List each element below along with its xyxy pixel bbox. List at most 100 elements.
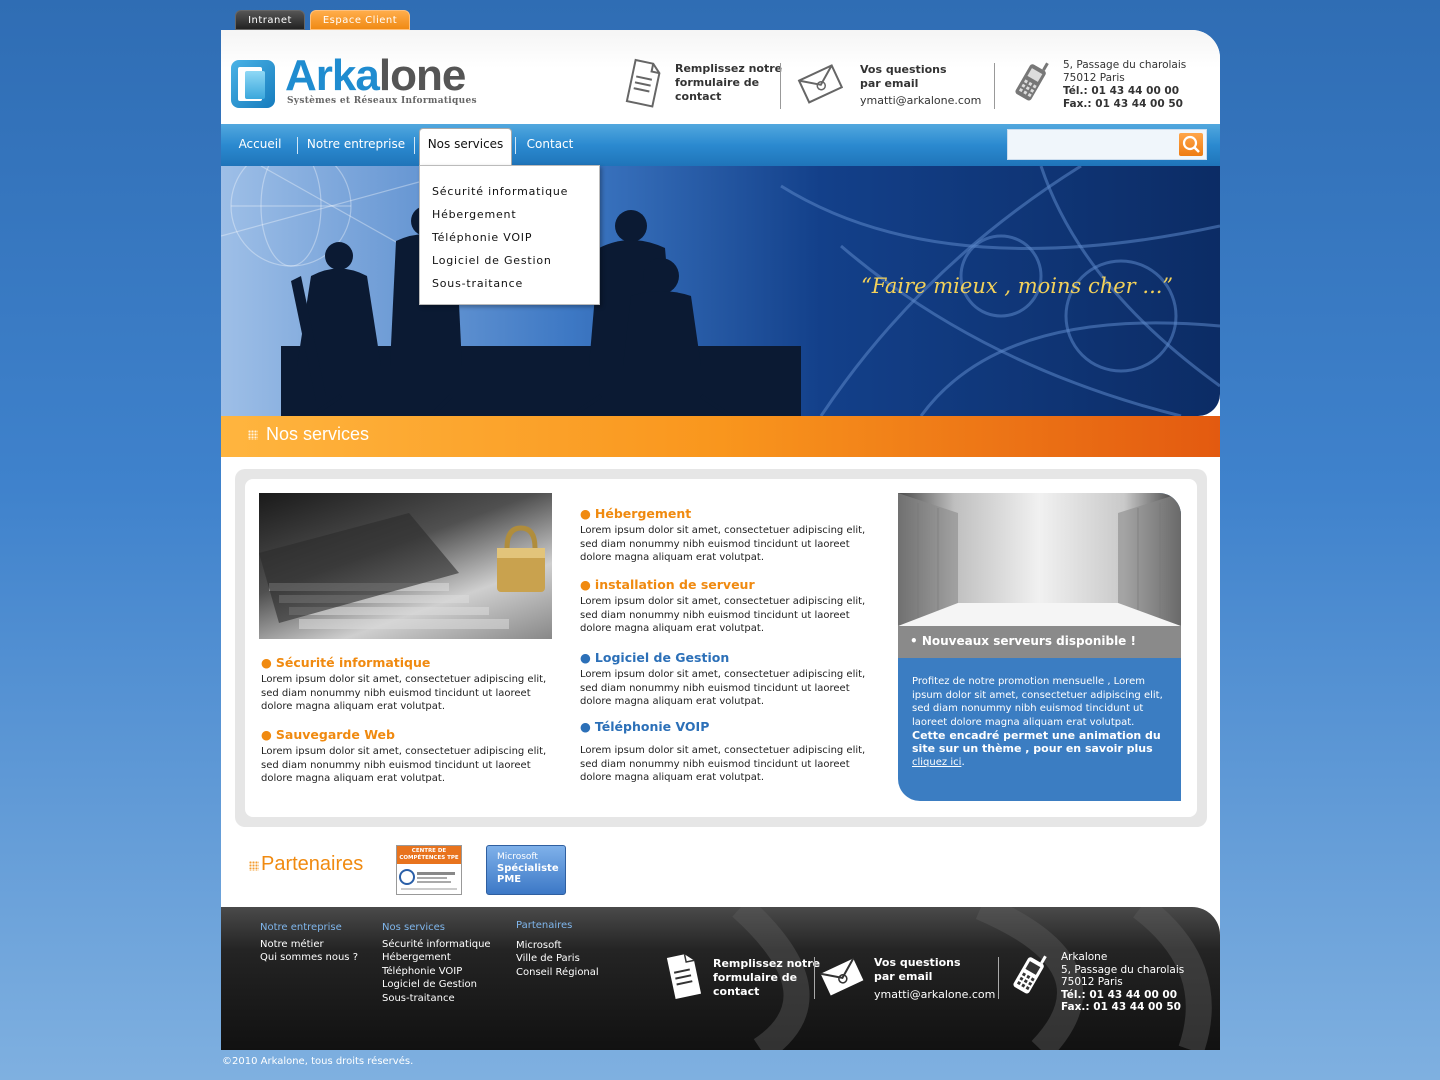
service-title-text: Hébergement bbox=[594, 506, 692, 521]
service-title-text: Sécurité informatique bbox=[275, 655, 431, 670]
footer-link[interactable]: Notre métier bbox=[260, 938, 358, 952]
search-button[interactable] bbox=[1179, 133, 1203, 156]
logo-part2: lone bbox=[378, 51, 466, 100]
footer-link[interactable]: Ville de Paris bbox=[516, 952, 599, 966]
promo-title[interactable]: • Nouveaux serveurs disponible ! bbox=[898, 626, 1181, 658]
service-title-text: installation de serveur bbox=[594, 577, 755, 592]
dropdown-item-logiciel[interactable]: Logiciel de Gestion bbox=[420, 249, 599, 272]
footer-heading[interactable]: Nos services bbox=[382, 921, 491, 935]
tpe-seal-icon bbox=[399, 869, 457, 890]
footer-col-services: Nos services Sécurité informatique Héber… bbox=[382, 921, 491, 1005]
service-description: Lorem ipsum dolor sit amet, consectetuer… bbox=[580, 596, 866, 634]
footer-link[interactable]: Téléphonie VOIP bbox=[382, 965, 491, 979]
tpe-badge-header: CENTRE DE COMPÉTENCES TPE bbox=[397, 846, 461, 864]
nav-item-contact[interactable]: Contact bbox=[521, 124, 579, 166]
footer-separator bbox=[814, 957, 815, 999]
nav-separator bbox=[515, 137, 516, 154]
header: Arkalone Systèmes et Réseaux Informatiqu… bbox=[221, 30, 1220, 125]
footer-link[interactable]: Microsoft bbox=[516, 939, 599, 953]
service-title[interactable]: ● Hébergement bbox=[580, 506, 875, 521]
tpe-line2: COMPÉTENCES TPE bbox=[399, 855, 459, 861]
header-separator bbox=[994, 63, 995, 109]
nav-item-nos-services[interactable]: Nos services bbox=[419, 128, 512, 166]
intranet-tab[interactable]: Intranet bbox=[235, 10, 305, 30]
dropdown-item-telephonie[interactable]: Téléphonie VOIP bbox=[420, 226, 599, 249]
service-hebergement: ● Hébergement Lorem ipsum dolor sit amet,… bbox=[580, 506, 875, 565]
address-line2: 75012 Paris bbox=[1061, 976, 1123, 988]
promo-highlight: Cette encadré permet une animation du si… bbox=[912, 729, 1170, 769]
footer-link[interactable]: Conseil Régional bbox=[516, 966, 599, 980]
ms-line3: PME bbox=[497, 874, 522, 885]
telephone: Tél.: 01 43 44 00 00 bbox=[1063, 85, 1180, 97]
footer-link[interactable]: Sécurité informatique bbox=[382, 938, 491, 952]
form-line2: formulaire de bbox=[713, 971, 798, 984]
logo-icon[interactable] bbox=[231, 60, 275, 108]
email-address[interactable]: ymatti@arkalone.com bbox=[874, 988, 995, 1002]
nav-item-accueil[interactable]: Accueil bbox=[229, 124, 291, 166]
form-line3: contact bbox=[675, 90, 722, 103]
footer-link[interactable]: Logiciel de Gestion bbox=[382, 978, 491, 992]
footer-link[interactable]: Qui sommes nous ? bbox=[260, 951, 358, 965]
dotted-divider bbox=[259, 801, 439, 803]
promo-highlight-text: Cette encadré permet une animation du si… bbox=[912, 729, 1161, 755]
server-racks-illustration bbox=[898, 493, 1181, 626]
footer-email-contact[interactable]: Vos questions par email ymatti@arkalone.… bbox=[874, 956, 995, 1002]
fax: Fax.: 01 43 44 00 50 bbox=[1061, 1001, 1181, 1013]
address-line1: 5, Passage du charolais bbox=[1063, 59, 1187, 71]
dropdown-item-sous-traitance[interactable]: Sous-traitance bbox=[420, 272, 599, 295]
dropdown-item-securite[interactable]: Sécurité informatique bbox=[420, 180, 599, 203]
footer-heading[interactable]: Notre entreprise bbox=[260, 921, 358, 935]
header-address: 5, Passage du charolais 75012 Paris Tél.… bbox=[1063, 59, 1186, 111]
service-title[interactable]: ● Sécurité informatique bbox=[261, 655, 556, 670]
footer-heading[interactable]: Partenaires bbox=[516, 919, 599, 933]
ms-line1: Microsoft bbox=[497, 852, 538, 862]
service-telephonie: ● Téléphonie VOIP Lorem ipsum dolor sit a… bbox=[580, 719, 875, 785]
services-panel: ● Sécurité informatique Lorem ipsum dolor… bbox=[235, 469, 1207, 827]
service-sauvegarde: ● Sauvegarde Web Lorem ipsum dolor sit am… bbox=[261, 727, 556, 786]
footer-form-contact[interactable]: Remplissez notre formulaire de contact bbox=[713, 957, 820, 999]
laptop-lock-image bbox=[259, 493, 552, 639]
section-header: Nos services bbox=[221, 416, 1220, 457]
dots-icon bbox=[248, 430, 258, 440]
footer-link[interactable]: Sous-traitance bbox=[382, 992, 491, 1006]
ms-line2: Spécialiste bbox=[497, 863, 559, 874]
partner-logo-tpe[interactable]: CENTRE DE COMPÉTENCES TPE bbox=[396, 845, 462, 895]
address-line2: 75012 Paris bbox=[1063, 72, 1125, 84]
footer-link[interactable]: Hébergement bbox=[382, 951, 491, 965]
email-address[interactable]: ymatti@arkalone.com bbox=[860, 94, 981, 108]
mobile-phone-icon bbox=[1015, 62, 1049, 101]
padlock-icon bbox=[259, 513, 545, 629]
partners-title: Partenaires bbox=[261, 853, 364, 875]
partner-logo-microsoft[interactable]: Microsoft Spécialiste PME bbox=[486, 845, 566, 895]
service-securite: ● Sécurité informatique Lorem ipsum dolor… bbox=[261, 655, 556, 714]
promo-link[interactable]: cliquez ici bbox=[912, 757, 961, 768]
service-title[interactable]: ● Logiciel de Gestion bbox=[580, 650, 875, 665]
search-icon bbox=[1182, 135, 1200, 153]
hero-slogan: “Faire mieux , moins cher ...” bbox=[861, 274, 1174, 298]
envelope-icon bbox=[820, 958, 864, 996]
promo-text: Profitez de notre promotion mensuelle , … bbox=[912, 675, 1170, 769]
server-room-image bbox=[898, 493, 1181, 626]
search-input[interactable] bbox=[1012, 135, 1172, 155]
dropdown-item-hebergement[interactable]: Hébergement bbox=[420, 203, 599, 226]
envelope-icon bbox=[797, 64, 843, 104]
service-title[interactable]: ● Sauvegarde Web bbox=[261, 727, 556, 742]
email-line1: Vos questions bbox=[860, 63, 947, 76]
promo-period: . bbox=[961, 755, 965, 768]
logo[interactable]: Arkalone bbox=[285, 51, 466, 100]
service-title[interactable]: ● Téléphonie VOIP bbox=[580, 719, 875, 734]
service-title-text: Téléphonie VOIP bbox=[594, 719, 710, 734]
form-line2: formulaire de bbox=[675, 76, 760, 89]
nav-separator bbox=[297, 137, 298, 154]
promo-body: Profitez de notre promotion mensuelle , … bbox=[912, 676, 1163, 728]
service-description: Lorem ipsum dolor sit amet, consectetuer… bbox=[261, 746, 547, 784]
promo-box: • Nouveaux serveurs disponible ! Profite… bbox=[898, 493, 1181, 801]
service-title[interactable]: ● installation de serveur bbox=[580, 577, 875, 592]
dots-icon bbox=[249, 861, 259, 871]
espace-client-tab[interactable]: Espace Client bbox=[310, 10, 410, 30]
nav-item-notre-entreprise[interactable]: Notre entreprise bbox=[303, 124, 409, 166]
form-line1: Remplissez notre bbox=[675, 62, 783, 75]
header-email-contact[interactable]: Vos questions par email ymatti@arkalone.… bbox=[860, 63, 981, 108]
form-line3: contact bbox=[713, 985, 760, 998]
header-form-contact[interactable]: Remplissez notre formulaire de contact bbox=[675, 62, 782, 104]
